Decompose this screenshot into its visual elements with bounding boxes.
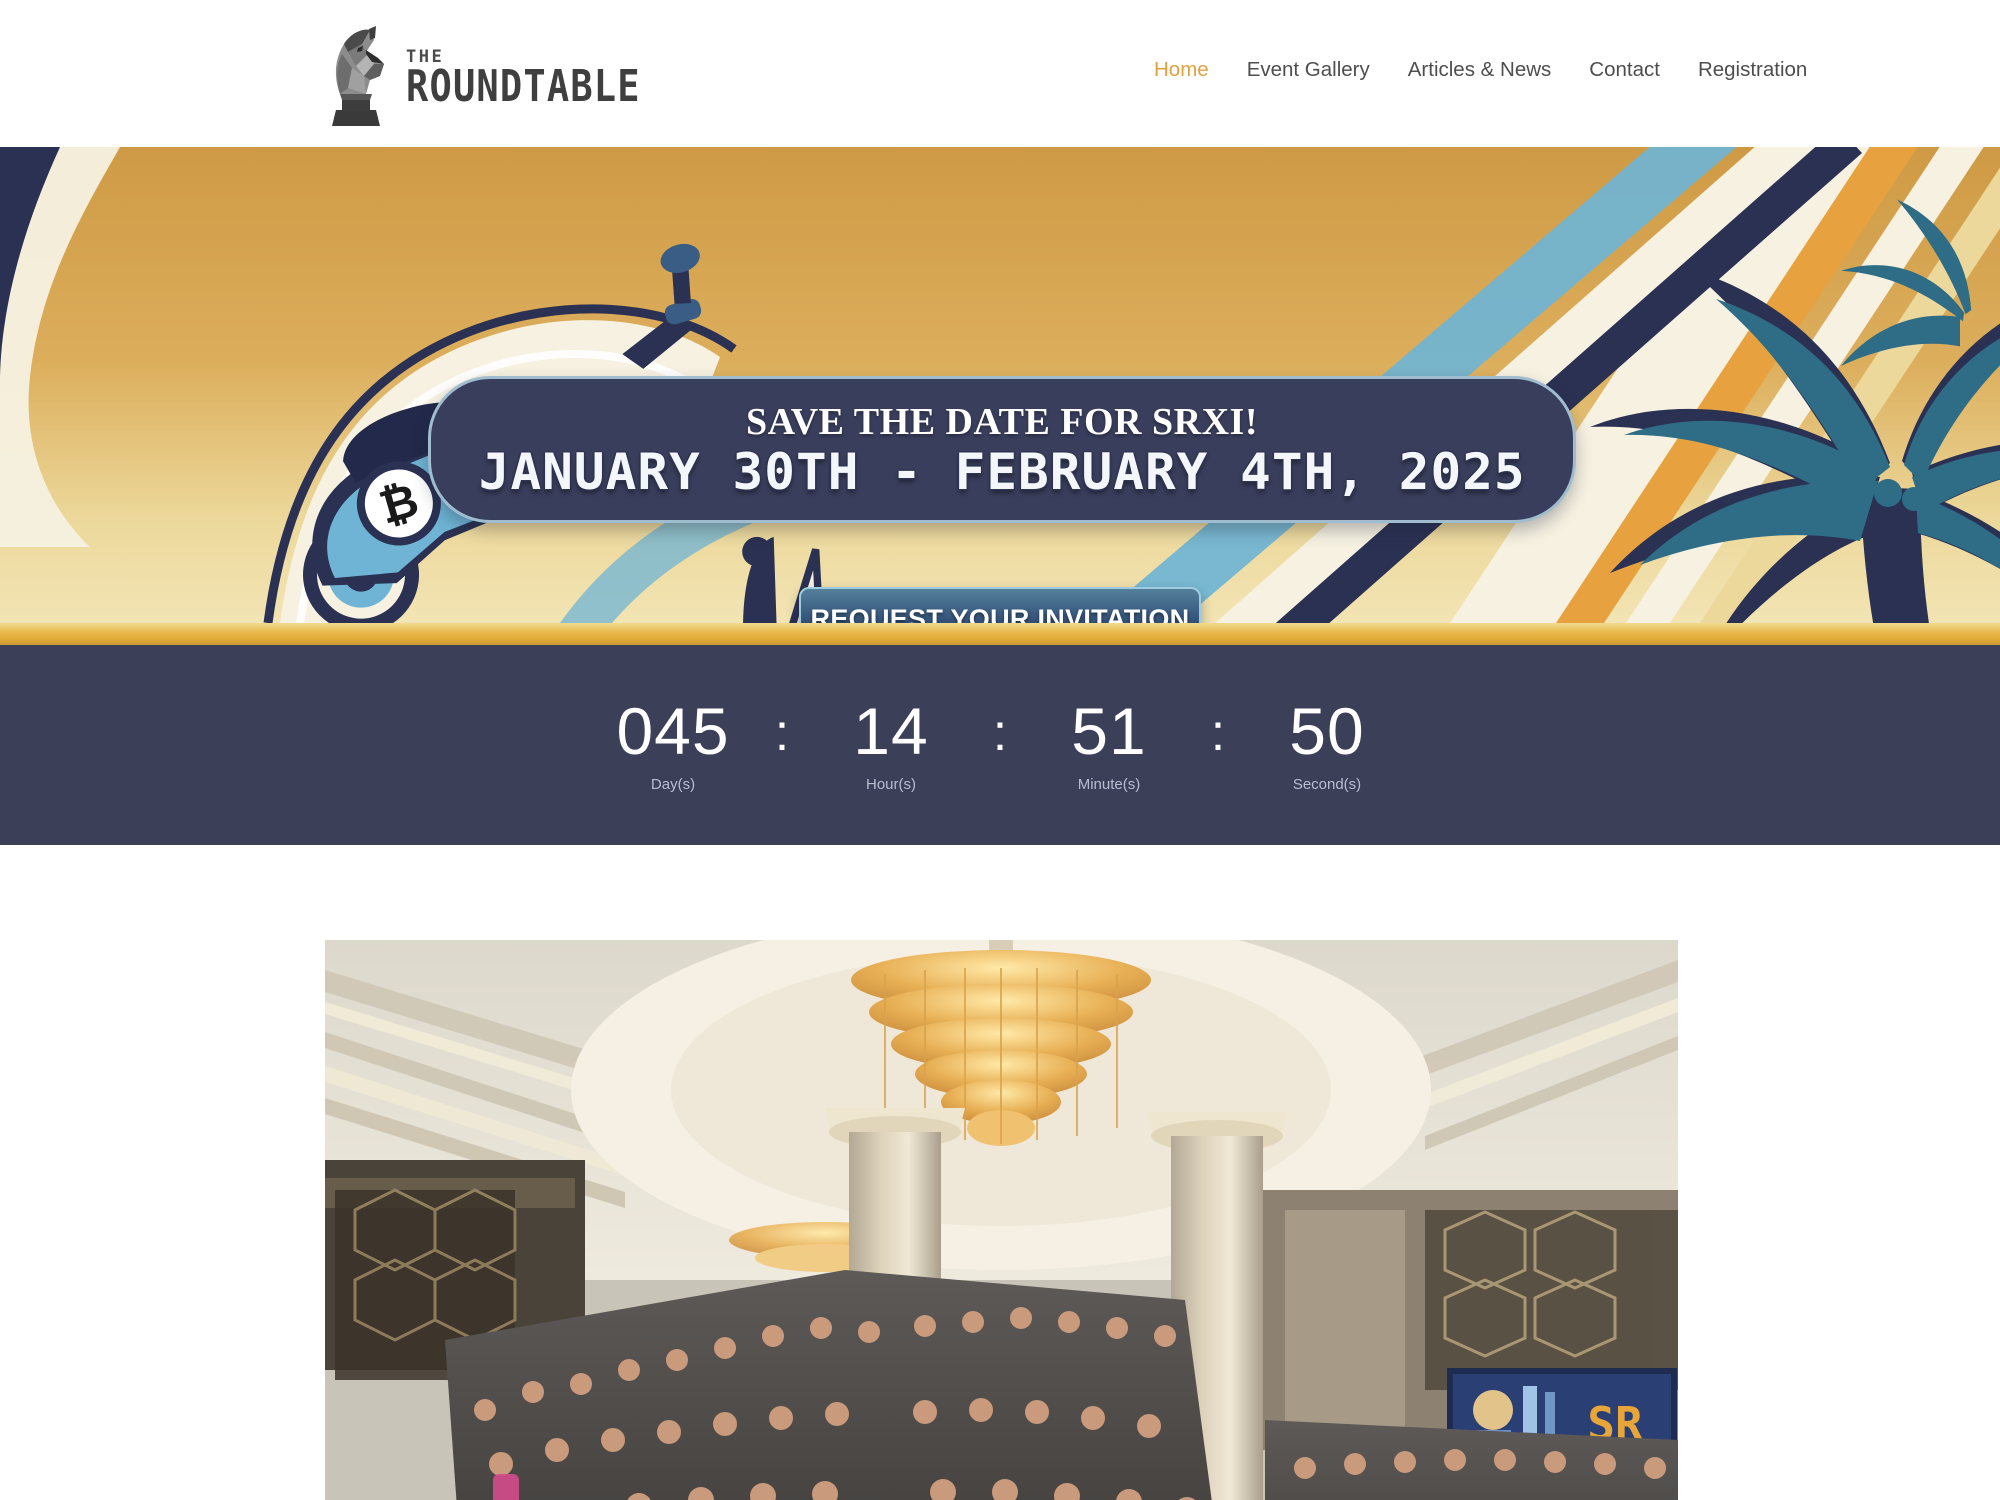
hero-headline: SAVE THE DATE FOR SRXI! [746, 400, 1258, 443]
countdown-seconds-value: 50 [1289, 694, 1365, 768]
countdown-seconds: 50 Second(s) [1240, 698, 1414, 792]
nav-item-event-gallery[interactable]: Event Gallery [1228, 58, 1389, 82]
request-invitation-button[interactable]: REQUEST YOUR INVITATION [799, 587, 1201, 623]
site-header: THE ROUNDTABLE Home Event Gallery Articl… [0, 0, 2000, 147]
chess-knight-icon [332, 26, 384, 126]
request-invitation-label: REQUEST YOUR INVITATION [810, 603, 1190, 624]
photo-section: SR [0, 845, 2000, 1500]
countdown-days: 045 Day(s) [586, 698, 760, 792]
countdown-separator-2: : [992, 704, 1008, 762]
hero-gold-divider [0, 623, 2000, 645]
countdown-separator-1: : [774, 704, 790, 762]
countdown-hours-label: Hour(s) [865, 776, 916, 793]
group-photo-svg: SR [325, 940, 1678, 1500]
countdown-minutes-label: Minute(s) [1077, 776, 1141, 793]
countdown-days-label: Day(s) [650, 776, 696, 793]
countdown-row: 045 Day(s) : 14 Hour(s) : 51 Minute(s) :… [0, 645, 2000, 845]
main-navigation: Home Event Gallery Articles & News Conta… [1135, 58, 1826, 82]
countdown-minutes: 51 Minute(s) [1022, 698, 1196, 792]
logo-name-text: ROUNDTABLE [406, 60, 641, 112]
countdown-days-value: 045 [616, 694, 730, 768]
countdown-section: 045 Day(s) : 14 Hour(s) : 51 Minute(s) :… [0, 645, 2000, 845]
nav-item-registration[interactable]: Registration [1679, 58, 1826, 82]
hero-banner: ₿ SAVE THE DATE FOR SRXI! JANUARY 30TH -… [0, 147, 2000, 623]
countdown-hours-value: 14 [853, 694, 929, 768]
site-logo[interactable]: THE ROUNDTABLE [322, 22, 641, 126]
countdown-minutes-value: 51 [1071, 694, 1147, 768]
countdown-seconds-label: Second(s) [1292, 776, 1362, 793]
countdown-hours: 14 Hour(s) [804, 698, 978, 792]
hero-date-line: JANUARY 30TH - FEBRUARY 4TH, 2025 [478, 442, 1526, 501]
countdown-separator-3: : [1210, 704, 1226, 762]
nav-item-articles-news[interactable]: Articles & News [1389, 58, 1571, 82]
nav-item-contact[interactable]: Contact [1570, 58, 1679, 82]
save-the-date-card: SAVE THE DATE FOR SRXI! JANUARY 30TH - F… [428, 376, 1576, 523]
nav-item-home[interactable]: Home [1135, 58, 1228, 82]
group-photo: SR [325, 940, 1678, 1500]
